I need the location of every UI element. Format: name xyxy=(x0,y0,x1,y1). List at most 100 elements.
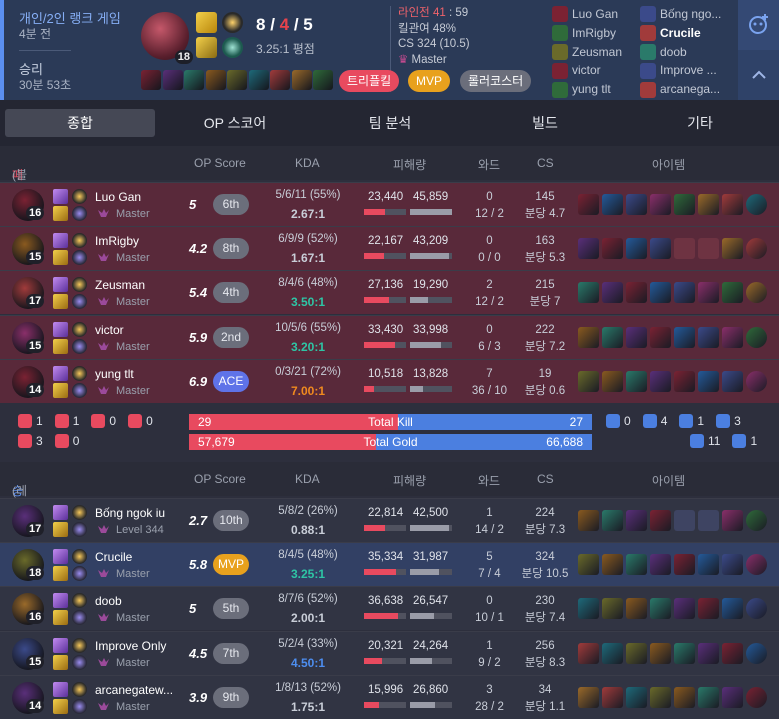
summoner-spell-icon[interactable] xyxy=(53,189,68,204)
item-slot-icon[interactable] xyxy=(722,686,743,708)
rune-icon[interactable] xyxy=(72,277,87,293)
item-slot-icon[interactable] xyxy=(674,282,695,304)
item-slot-icon[interactable] xyxy=(602,642,623,664)
rune-icon[interactable] xyxy=(72,250,87,266)
team-player[interactable]: Bống ngo... xyxy=(640,5,721,24)
rune-icon[interactable] xyxy=(72,294,87,310)
tab-etc[interactable]: 기타 xyxy=(625,109,775,137)
player-row[interactable]: 18 Crucile Master 5.8 MVP 8/4/5 (48%) 3.25:1 35… xyxy=(0,542,779,587)
item-slot-icon[interactable] xyxy=(746,370,767,392)
rune-icon[interactable] xyxy=(72,522,87,537)
player-name[interactable]: arcanegatew... xyxy=(95,683,173,697)
champion-portrait[interactable]: 18 xyxy=(141,12,193,64)
item-icon[interactable] xyxy=(270,70,290,90)
item-slot-icon[interactable] xyxy=(746,642,767,664)
item-icon[interactable] xyxy=(205,70,226,90)
summoner-spell-icon[interactable] xyxy=(53,681,68,697)
rune-icon[interactable] xyxy=(72,566,87,582)
item-slot-icon[interactable] xyxy=(722,510,743,531)
item-slot-icon[interactable] xyxy=(746,598,767,620)
item-slot-icon[interactable] xyxy=(578,370,599,392)
item-slot-icon[interactable] xyxy=(674,238,695,260)
team-player[interactable]: arcanega... xyxy=(640,80,721,99)
item-slot-icon[interactable] xyxy=(722,370,743,392)
summoner-spell-icon[interactable] xyxy=(53,637,68,653)
item-slot-icon[interactable] xyxy=(674,510,695,531)
item-slot-icon[interactable] xyxy=(674,554,695,576)
item-icon[interactable] xyxy=(248,70,269,90)
item-slot-icon[interactable] xyxy=(674,194,695,215)
summoner-spell-icon[interactable] xyxy=(53,233,68,249)
rune-icon[interactable] xyxy=(72,365,87,381)
item-slot-icon[interactable] xyxy=(602,510,623,531)
rune-icon[interactable] xyxy=(72,549,87,565)
rune-icon[interactable] xyxy=(72,610,87,626)
item-slot-icon[interactable] xyxy=(650,554,671,576)
item-slot-icon[interactable] xyxy=(722,642,743,664)
team-player[interactable]: Zeusman xyxy=(552,43,622,62)
item-slot-icon[interactable] xyxy=(602,686,623,708)
item-icon[interactable] xyxy=(162,70,183,90)
tab-build[interactable]: 빌드 xyxy=(470,109,620,137)
item-slot-icon[interactable] xyxy=(674,370,695,392)
tab-overview[interactable]: 종합 xyxy=(5,109,155,137)
side-panel[interactable] xyxy=(738,0,779,100)
player-row[interactable]: 15 Improve Only Master 4.5 7th 5/2/4 (33%) 4.5… xyxy=(0,630,779,675)
player-row[interactable]: 14 yung tlt Master 6.9 ACE 0/3/21 (72%) 7.00:1… xyxy=(0,358,779,403)
item-slot-icon[interactable] xyxy=(698,370,719,392)
item-slot-icon[interactable] xyxy=(626,642,647,664)
item-slot-icon[interactable] xyxy=(650,282,671,304)
summoner-spell-icon[interactable] xyxy=(53,250,68,266)
item-slot-icon[interactable] xyxy=(578,686,599,708)
item-slot-icon[interactable] xyxy=(722,554,743,576)
item-slot-icon[interactable] xyxy=(578,642,599,664)
item-slot-icon[interactable] xyxy=(626,238,647,260)
item-slot-icon[interactable] xyxy=(650,642,671,664)
player-name[interactable]: Luo Gan xyxy=(95,190,141,204)
summoner-spell-icon[interactable] xyxy=(53,522,68,537)
item-slot-icon[interactable] xyxy=(602,554,623,576)
item-slot-icon[interactable] xyxy=(626,598,647,620)
rune-icon[interactable] xyxy=(72,206,87,221)
player-row[interactable]: 17 Bống ngok iu Level 344 2.7 10th 5/8/2 (26%… xyxy=(0,498,779,542)
item-slot-icon[interactable] xyxy=(626,370,647,392)
match-header[interactable]: 개인/2인 랭크 게임 4분 전 승리 30분 53초 18 8 / 4 / 5… xyxy=(0,0,779,100)
item-slot-icon[interactable] xyxy=(650,510,671,531)
item-slot-icon[interactable] xyxy=(746,194,767,215)
summoner-spell-icon[interactable] xyxy=(53,593,68,609)
rune-icon[interactable] xyxy=(72,698,87,714)
item-slot-icon[interactable] xyxy=(602,370,623,392)
team-player[interactable]: Crucile xyxy=(640,24,721,43)
team-player[interactable]: yung tlt xyxy=(552,80,622,99)
item-slot-icon[interactable] xyxy=(626,282,647,304)
tab-op-score[interactable]: OP 스코어 xyxy=(160,109,310,137)
item-slot-icon[interactable] xyxy=(650,686,671,708)
player-name[interactable]: victor xyxy=(95,323,124,337)
item-slot-icon[interactable] xyxy=(650,370,671,392)
item-slot-icon[interactable] xyxy=(746,510,767,531)
item-slot-icon[interactable] xyxy=(602,194,623,215)
rune-icon[interactable] xyxy=(72,593,87,609)
item-slot-icon[interactable] xyxy=(578,238,599,260)
player-name[interactable]: Zeusman xyxy=(95,278,145,292)
item-slot-icon[interactable] xyxy=(698,598,719,620)
rune-primary-icon[interactable] xyxy=(222,12,243,33)
rune-icon[interactable] xyxy=(72,505,87,520)
item-slot-icon[interactable] xyxy=(602,326,623,348)
item-slot-icon[interactable] xyxy=(698,642,719,664)
summoner-spell-icon[interactable] xyxy=(53,382,68,398)
collapse-button[interactable] xyxy=(738,50,779,100)
item-slot-icon[interactable] xyxy=(698,510,719,531)
item-slot-icon[interactable] xyxy=(698,686,719,708)
item-slot-icon[interactable] xyxy=(722,326,743,348)
player-name[interactable]: Improve Only xyxy=(95,639,166,653)
item-slot-icon[interactable] xyxy=(626,194,647,215)
item-slot-icon[interactable] xyxy=(698,554,719,576)
player-row[interactable]: 16 doob Master 5 5th 8/7/6 (52%) 2.00:1 36,638 2… xyxy=(0,586,779,631)
team-player[interactable]: victor xyxy=(552,61,622,80)
rune-icon[interactable] xyxy=(72,637,87,653)
item-slot-icon[interactable] xyxy=(674,642,695,664)
item-slot-icon[interactable] xyxy=(578,598,599,620)
item-slot-icon[interactable] xyxy=(698,238,719,260)
rune-icon[interactable] xyxy=(72,681,87,697)
